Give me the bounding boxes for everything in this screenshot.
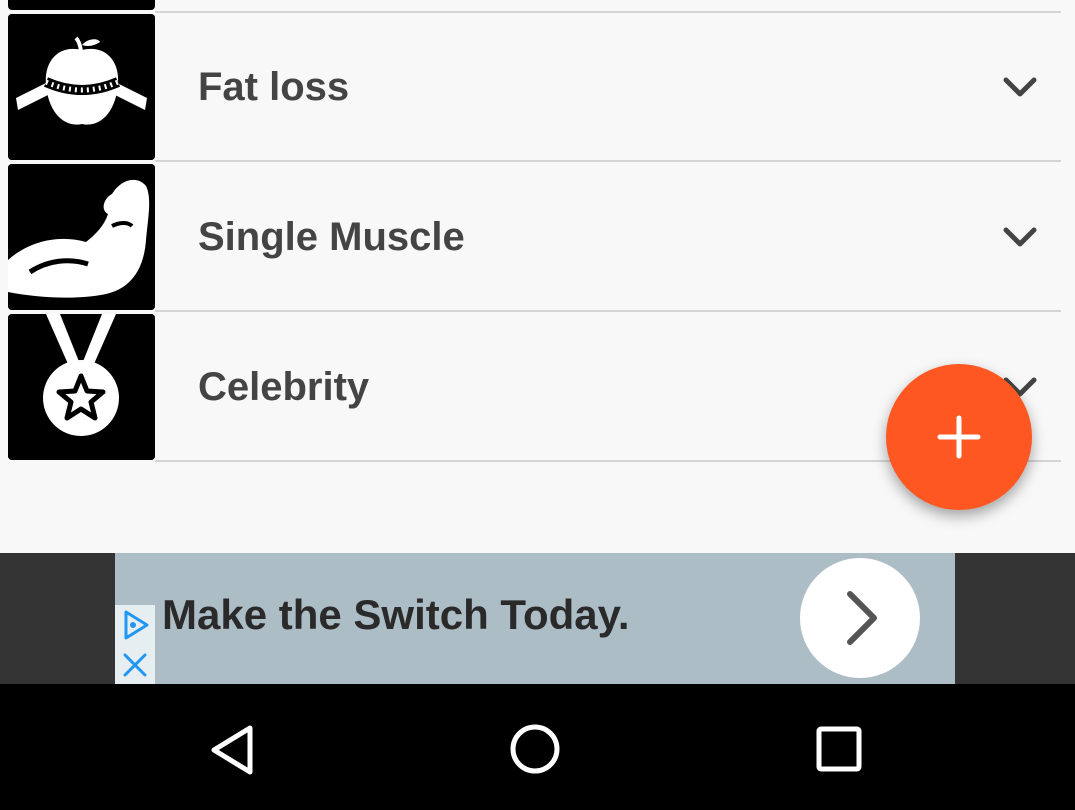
recents-square-icon — [816, 726, 862, 772]
list-item-label: Fat loss — [198, 65, 350, 109]
ad-cta-button[interactable] — [800, 558, 920, 678]
list-item-label: Single Muscle — [198, 215, 465, 259]
chevron-down-icon[interactable] — [1000, 218, 1040, 258]
home-circle-icon — [510, 724, 560, 774]
list-item-single-muscle[interactable]: Single Muscle — [0, 162, 1075, 312]
ad-banner[interactable]: Make the Switch Today. — [115, 553, 955, 684]
close-icon[interactable] — [115, 645, 155, 684]
list-item-label: Celebrity — [198, 365, 370, 409]
previous-item-thumbnail[interactable] — [8, 0, 155, 10]
apple-tape-measure-icon — [8, 14, 155, 160]
home-button[interactable] — [500, 714, 570, 784]
adchoices-icon[interactable] — [115, 605, 155, 645]
list-item-fat-loss[interactable]: Fat loss — [0, 12, 1075, 162]
chevron-right-icon — [847, 591, 877, 645]
star-medal-icon — [8, 314, 155, 460]
back-triangle-icon — [211, 725, 253, 775]
back-button[interactable] — [198, 714, 268, 784]
ad-banner-container: Make the Switch Today. — [0, 553, 1075, 684]
ad-headline[interactable]: Make the Switch Today. — [162, 553, 630, 677]
chevron-down-icon[interactable] — [1000, 68, 1040, 108]
recents-button[interactable] — [804, 714, 874, 784]
flexed-bicep-icon — [8, 164, 155, 310]
plus-icon — [937, 415, 981, 459]
add-button[interactable] — [886, 364, 1032, 510]
system-navigation-bar — [0, 684, 1075, 810]
